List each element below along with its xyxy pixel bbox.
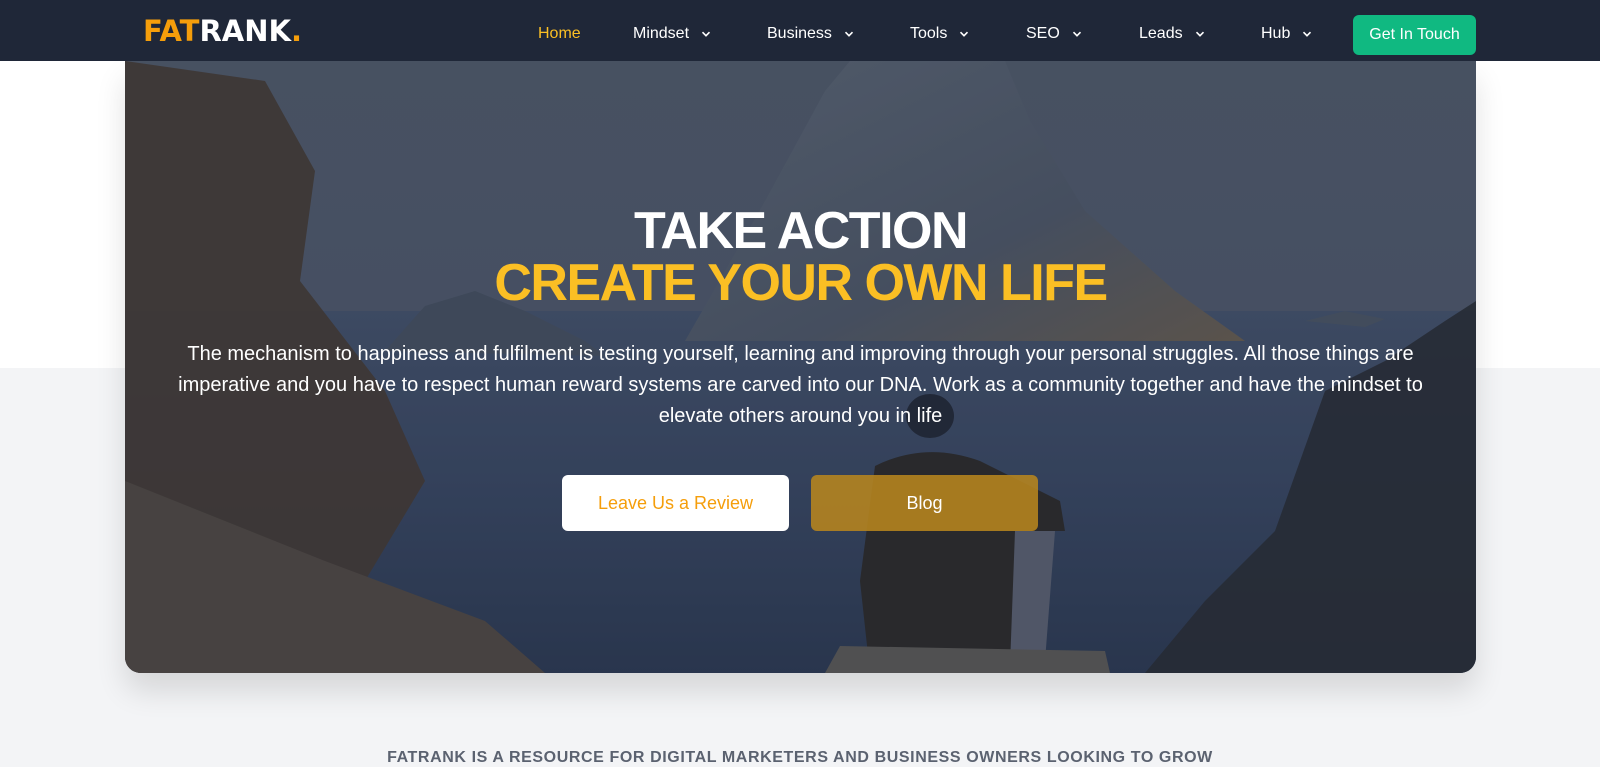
- chevron-down-icon: [959, 29, 969, 39]
- nav-item-business[interactable]: Business: [767, 24, 854, 44]
- get-in-touch-button[interactable]: Get In Touch: [1353, 15, 1476, 55]
- chevron-down-icon: [701, 29, 711, 39]
- blog-button[interactable]: Blog: [811, 475, 1038, 531]
- tagline: FATRANK IS A RESOURCE FOR DIGITAL MARKET…: [387, 749, 1213, 766]
- nav-item-leads[interactable]: Leads: [1139, 24, 1205, 44]
- hero-title-line2: CREATE YOUR OWN LIFE: [494, 254, 1108, 312]
- nav-item-label: Tools: [910, 25, 948, 42]
- chevron-down-icon: [844, 29, 854, 39]
- nav-item-label: SEO: [1026, 25, 1060, 42]
- chevron-down-icon: [1072, 29, 1082, 39]
- nav-item-tools[interactable]: Tools: [910, 24, 969, 44]
- nav-item-label: Hub: [1261, 25, 1291, 42]
- nav-item-seo[interactable]: SEO: [1026, 24, 1082, 44]
- nav-item-mindset[interactable]: Mindset: [633, 24, 711, 44]
- nav-item-label: Leads: [1139, 25, 1183, 42]
- hero-banner: TAKE ACTION CREATE YOUR OWN LIFE The mec…: [125, 61, 1476, 673]
- nav-item-home[interactable]: Home: [538, 24, 581, 44]
- site-header: FATRANK. Home Mindset Business Tools SEO…: [0, 0, 1600, 61]
- hero-title-line1: TAKE ACTION: [633, 202, 969, 260]
- chevron-down-icon: [1302, 29, 1312, 39]
- nav-item-label: Mindset: [633, 25, 690, 42]
- hero-description: The mechanism to happiness and fulfilmen…: [178, 343, 1423, 427]
- nav-item-label: Business: [767, 25, 832, 42]
- chevron-down-icon: [1195, 29, 1205, 39]
- hero-content: TAKE ACTION CREATE YOUR OWN LIFE The mec…: [125, 61, 1476, 673]
- nav-item-label: Home: [538, 25, 581, 42]
- nav-item-hub[interactable]: Hub: [1261, 24, 1312, 44]
- leave-review-button[interactable]: Leave Us a Review: [562, 475, 789, 531]
